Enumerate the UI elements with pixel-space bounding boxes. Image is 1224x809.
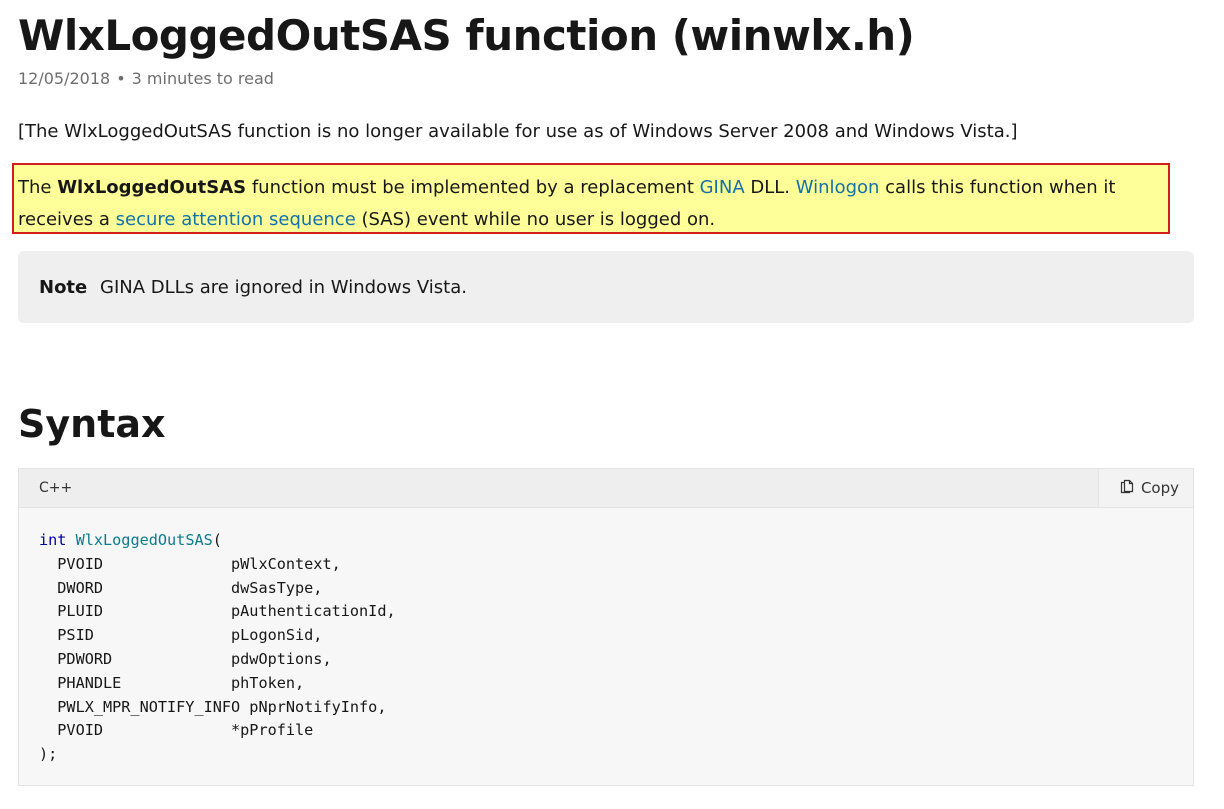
code-block: C++ Copy int WlxLoggedOutSAS( PVOID pWlx…	[18, 468, 1194, 786]
copy-icon	[1119, 478, 1135, 498]
copy-button[interactable]: Copy	[1097, 469, 1193, 507]
code-param-line: DWORD dwSasType,	[39, 578, 323, 597]
code-function-name: WlxLoggedOutSAS	[75, 531, 213, 549]
function-name-bold: WlxLoggedOutSAS	[57, 177, 247, 198]
description-text: The	[18, 177, 58, 198]
code-param-line: PDWORD pdwOptions,	[39, 649, 332, 668]
code-header: C++ Copy	[19, 469, 1193, 508]
code-param-line: PVOID *pProfile	[39, 721, 314, 740]
meta-separator: •	[116, 69, 126, 88]
note-text: GINA DLLs are ignored in Windows Vista.	[100, 277, 467, 298]
note-callout: Note GINA DLLs are ignored in Windows Vi…	[18, 251, 1194, 323]
code-param-line: PHANDLE phToken,	[39, 673, 305, 692]
page-title: WlxLoggedOutSAS function (winwlx.h)	[18, 11, 915, 60]
code-param-line: PLUID pAuthenticationId,	[39, 602, 396, 621]
read-time: 3 minutes to read	[131, 69, 274, 88]
gina-link[interactable]: GINA	[700, 177, 745, 198]
description-text: function must be implemented by a replac…	[246, 177, 700, 198]
code-param-line: PVOID pWlxContext,	[39, 554, 341, 573]
description-paragraph: The WlxLoggedOutSAS function must be imp…	[18, 172, 1170, 236]
code-content: int WlxLoggedOutSAS( PVOID pWlxContext, …	[39, 529, 396, 767]
deprecation-notice: [The WlxLoggedOutSAS function is no long…	[18, 121, 1018, 142]
code-language-label: C++	[39, 480, 73, 496]
code-param-line: PWLX_MPR_NOTIFY_INFO pNprNotifyInfo,	[39, 697, 387, 716]
description-text: DLL.	[744, 177, 796, 198]
winlogon-link[interactable]: Winlogon	[796, 177, 880, 198]
highlighted-description: The WlxLoggedOutSAS function must be imp…	[12, 163, 1170, 234]
code-open-paren: (	[212, 531, 222, 549]
article-metadata: 12/05/2018 • 3 minutes to read	[18, 69, 274, 88]
code-param-line: PSID pLogonSid,	[39, 626, 323, 645]
code-close: );	[39, 745, 58, 764]
code-keyword: int	[39, 531, 67, 549]
syntax-heading: Syntax	[18, 402, 166, 446]
publish-date: 12/05/2018	[18, 69, 111, 88]
description-text: (SAS) event while no user is logged on.	[355, 209, 716, 230]
copy-label: Copy	[1140, 479, 1179, 497]
secure-attention-sequence-link[interactable]: secure attention sequence	[116, 209, 356, 230]
note-label: Note	[39, 277, 88, 298]
